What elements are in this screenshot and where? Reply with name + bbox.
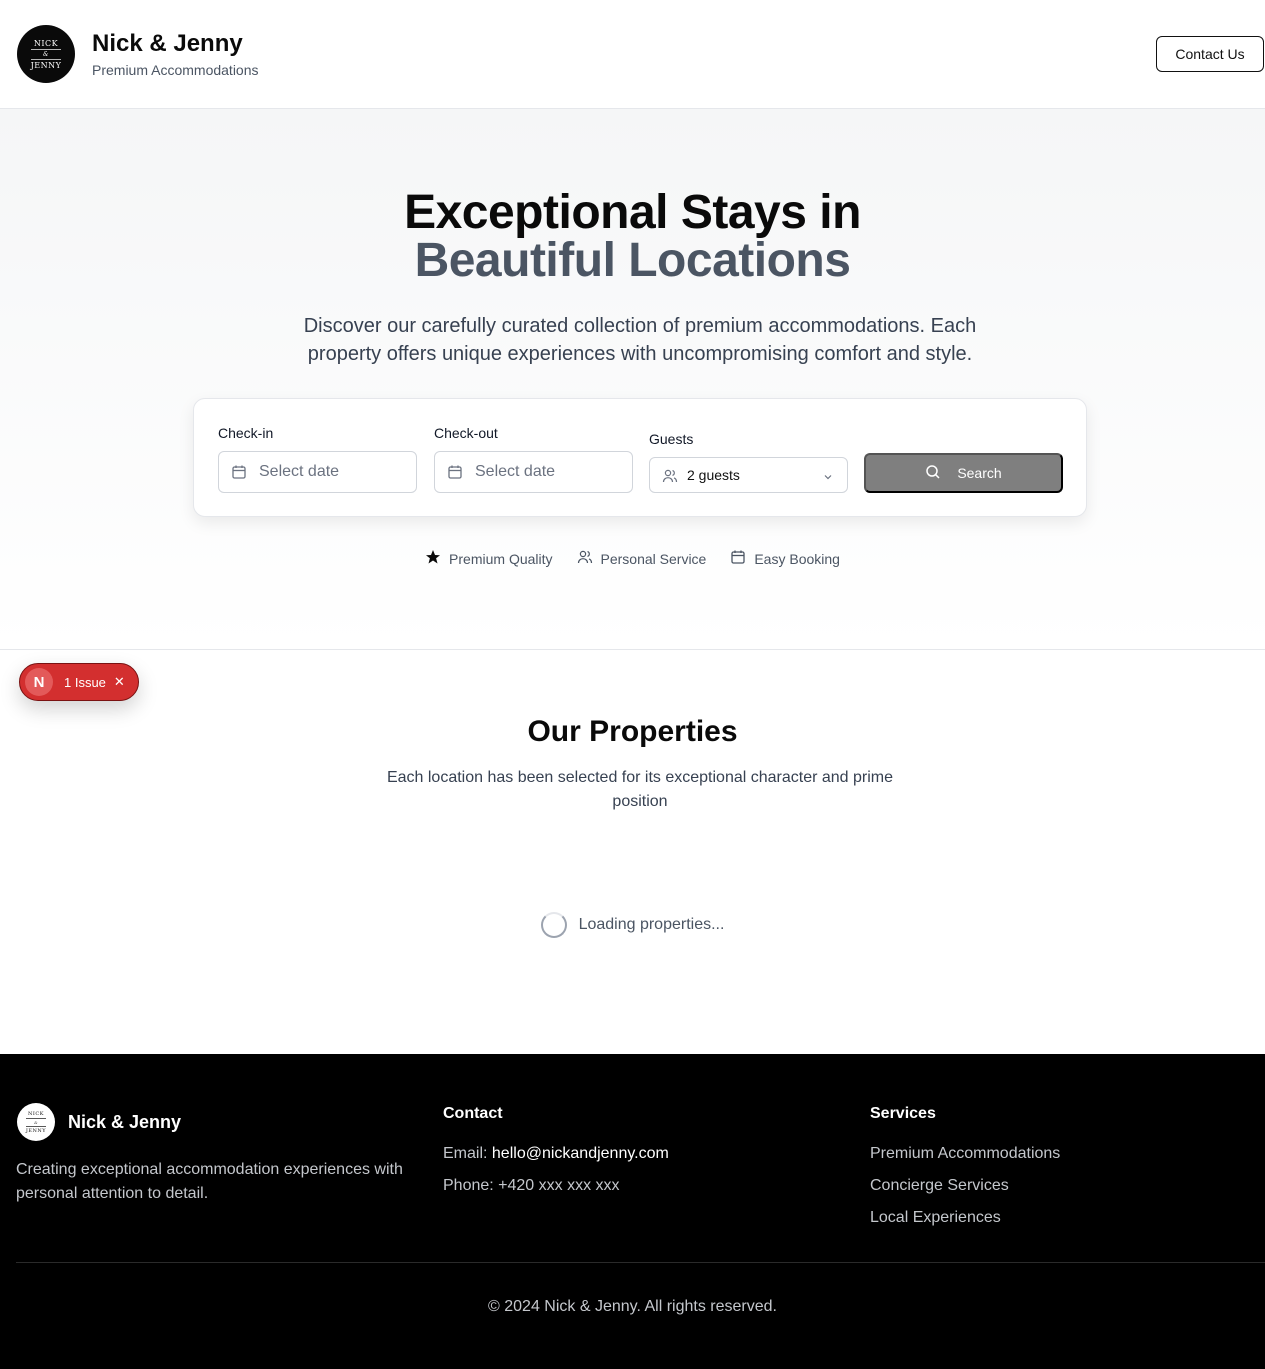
footer-services-heading: Services — [870, 1105, 936, 1122]
logo-line-1: NICK — [28, 1110, 44, 1117]
footer-service-link[interactable]: Premium Accommodations — [870, 1145, 1060, 1163]
feature-label: Easy Booking — [754, 550, 840, 567]
hero-title-line-1: Exceptional Stays in — [404, 186, 861, 239]
properties-title: Our Properties — [527, 715, 738, 748]
search-icon — [925, 464, 941, 483]
spinner-icon — [540, 912, 567, 938]
logo-ampersand: & — [33, 1119, 39, 1125]
feature-label: Premium Quality — [449, 550, 553, 567]
close-icon[interactable]: ✕ — [114, 674, 125, 690]
users-icon — [662, 468, 678, 489]
issue-initial: N — [25, 668, 53, 696]
feature-premium-quality: Premium Quality — [425, 549, 553, 568]
email-label: Email: — [443, 1145, 488, 1162]
logo-ampersand: & — [43, 50, 49, 58]
search-button[interactable]: Search — [864, 453, 1063, 493]
footer-copyright: © 2024 Nick & Jenny. All rights reserved… — [488, 1298, 777, 1315]
checkin-input[interactable]: Select date — [218, 451, 417, 493]
contact-us-button[interactable]: Contact Us — [1156, 36, 1264, 72]
feature-label: Personal Service — [600, 550, 707, 567]
brand-subtitle: Premium Accommodations — [92, 62, 259, 78]
hero-description: Discover our carefully curated collectio… — [303, 315, 977, 365]
search-button-label: Search — [957, 465, 1002, 481]
guests-select[interactable]: 2 guests — [649, 457, 848, 493]
calendar-icon — [447, 464, 463, 485]
checkout-placeholder: Select date — [475, 463, 556, 480]
issue-count: 1 Issue — [64, 674, 106, 690]
calendar-icon — [730, 549, 746, 568]
logo-divider — [26, 1125, 46, 1127]
footer-divider — [16, 1262, 1265, 1263]
checkin-placeholder: Select date — [259, 463, 340, 480]
logo-line-2: JENNY — [25, 1127, 47, 1134]
checkout-input[interactable]: Select date — [434, 451, 633, 493]
footer-phone: Phone: +420 xxx xxx xxx — [443, 1177, 620, 1194]
email-link[interactable]: hello@nickandjenny.com — [492, 1145, 669, 1162]
brand-logo[interactable]: NICK & JENNY — [17, 25, 75, 83]
logo-line-2: JENNY — [30, 60, 62, 70]
users-icon — [577, 549, 593, 568]
logo-line-1: NICK — [33, 38, 59, 48]
feature-personal-service: Personal Service — [577, 549, 707, 568]
logo-divider — [26, 1117, 46, 1119]
footer-service-link[interactable]: Concierge Services — [870, 1177, 1009, 1195]
search-card: Check-in Select date Check-out Select da… — [193, 398, 1087, 517]
loading-indicator: Loading properties... — [0, 912, 1265, 938]
issue-badge[interactable]: N 1 Issue ✕ — [19, 663, 139, 701]
calendar-icon — [231, 464, 247, 485]
guests-value: 2 guests — [687, 467, 740, 483]
loading-text: Loading properties... — [578, 916, 725, 933]
footer-tagline: Creating exceptional accommodation exper… — [16, 1161, 403, 1202]
footer-contact-heading: Contact — [443, 1105, 503, 1122]
feature-easy-booking: Easy Booking — [730, 549, 840, 568]
star-icon — [425, 549, 441, 568]
hero-section: Exceptional Stays in Beautiful Locations… — [0, 109, 1265, 650]
footer-logo: NICK & JENNY — [17, 1103, 55, 1141]
chevron-down-icon — [822, 470, 834, 488]
footer-brand-name: Nick & Jenny — [68, 1112, 182, 1132]
logo-divider — [31, 58, 61, 60]
footer-service-link[interactable]: Local Experiences — [870, 1209, 1001, 1227]
properties-description: Each location has been selected for its … — [386, 769, 894, 810]
logo-divider — [31, 48, 61, 50]
site-header: NICK & JENNY Nick & Jenny Premium Accomm… — [0, 0, 1265, 109]
guests-label: Guests — [649, 431, 694, 447]
checkin-label: Check-in — [218, 425, 274, 441]
feature-list: Premium Quality Personal Service Easy Bo… — [0, 549, 1265, 568]
hero-title-line-2: Beautiful Locations — [414, 234, 851, 287]
brand-name[interactable]: Nick & Jenny — [92, 30, 243, 58]
site-footer: NICK & JENNY Nick & Jenny Creating excep… — [0, 1054, 1265, 1369]
footer-email: Email: hello@nickandjenny.com — [443, 1145, 669, 1163]
checkout-label: Check-out — [434, 425, 498, 441]
